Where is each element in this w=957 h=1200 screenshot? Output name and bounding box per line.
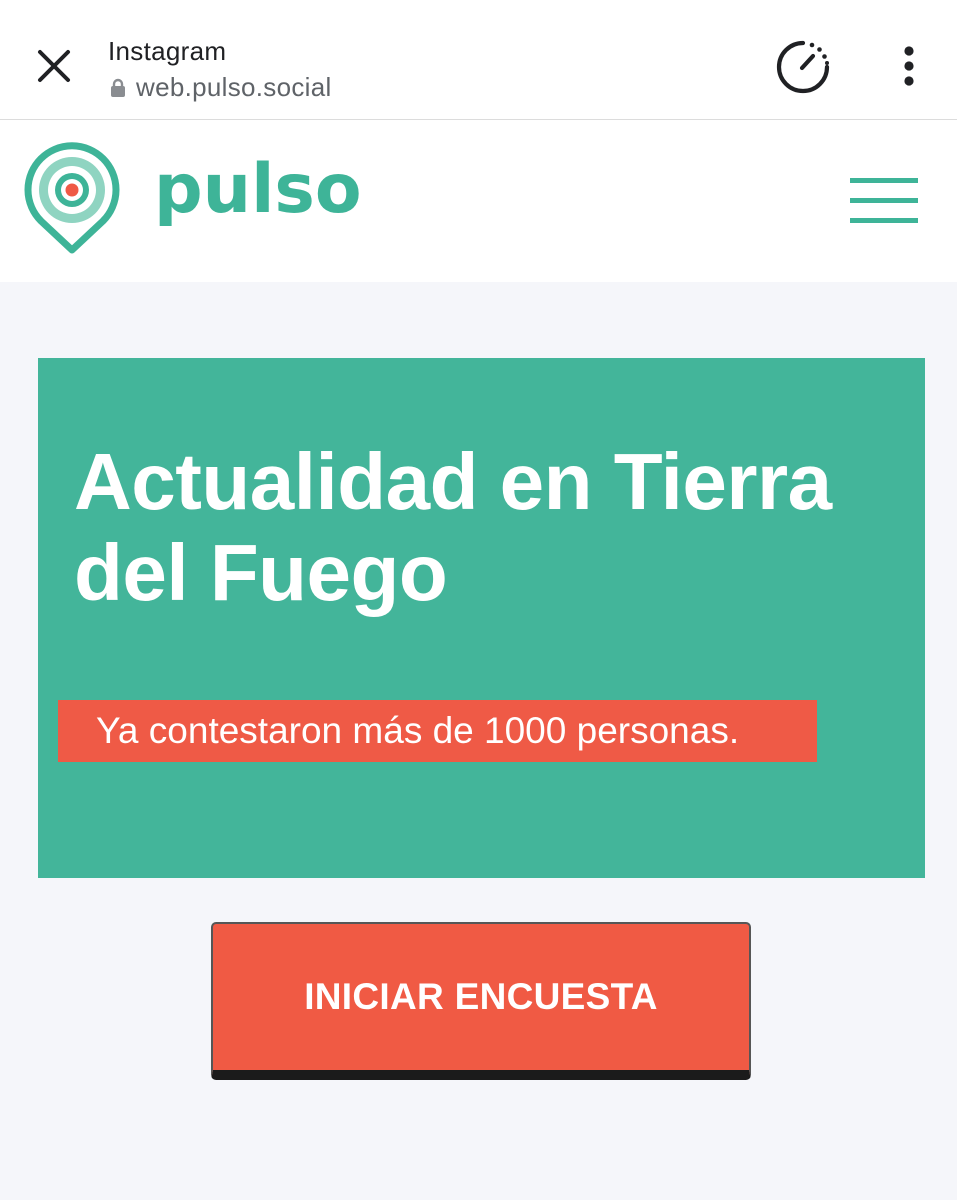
logo-wordmark: pulso bbox=[154, 149, 362, 229]
location-pin-target-icon bbox=[24, 142, 120, 254]
more-options-button[interactable] bbox=[886, 40, 932, 92]
close-icon bbox=[38, 50, 70, 82]
hero-title: Actualidad en Tierra del Fuego bbox=[74, 437, 832, 617]
menu-line bbox=[850, 178, 918, 183]
timer-icon bbox=[776, 40, 830, 94]
lock-icon bbox=[108, 75, 128, 101]
menu-line bbox=[850, 198, 918, 203]
site-header: pulso bbox=[0, 120, 957, 282]
more-vertical-icon bbox=[904, 46, 914, 86]
respondents-badge: Ya contestaron más de 1000 personas. bbox=[58, 700, 817, 762]
page-title: Instagram bbox=[108, 36, 227, 66]
hamburger-menu-icon[interactable] bbox=[850, 178, 920, 224]
site-logo[interactable]: pulso bbox=[20, 140, 362, 254]
timer-button[interactable] bbox=[774, 38, 832, 96]
url-text: web.pulso.social bbox=[136, 72, 332, 102]
hero-banner: Actualidad en Tierra del Fuego Ya contes… bbox=[38, 358, 925, 878]
url-bar[interactable]: web.pulso.social bbox=[108, 72, 332, 103]
menu-line bbox=[850, 218, 918, 223]
start-survey-button[interactable]: INICIAR ENCUESTA bbox=[211, 922, 751, 1080]
close-button[interactable] bbox=[28, 40, 80, 92]
browser-top-bar: Instagram web.pulso.social bbox=[0, 0, 957, 120]
